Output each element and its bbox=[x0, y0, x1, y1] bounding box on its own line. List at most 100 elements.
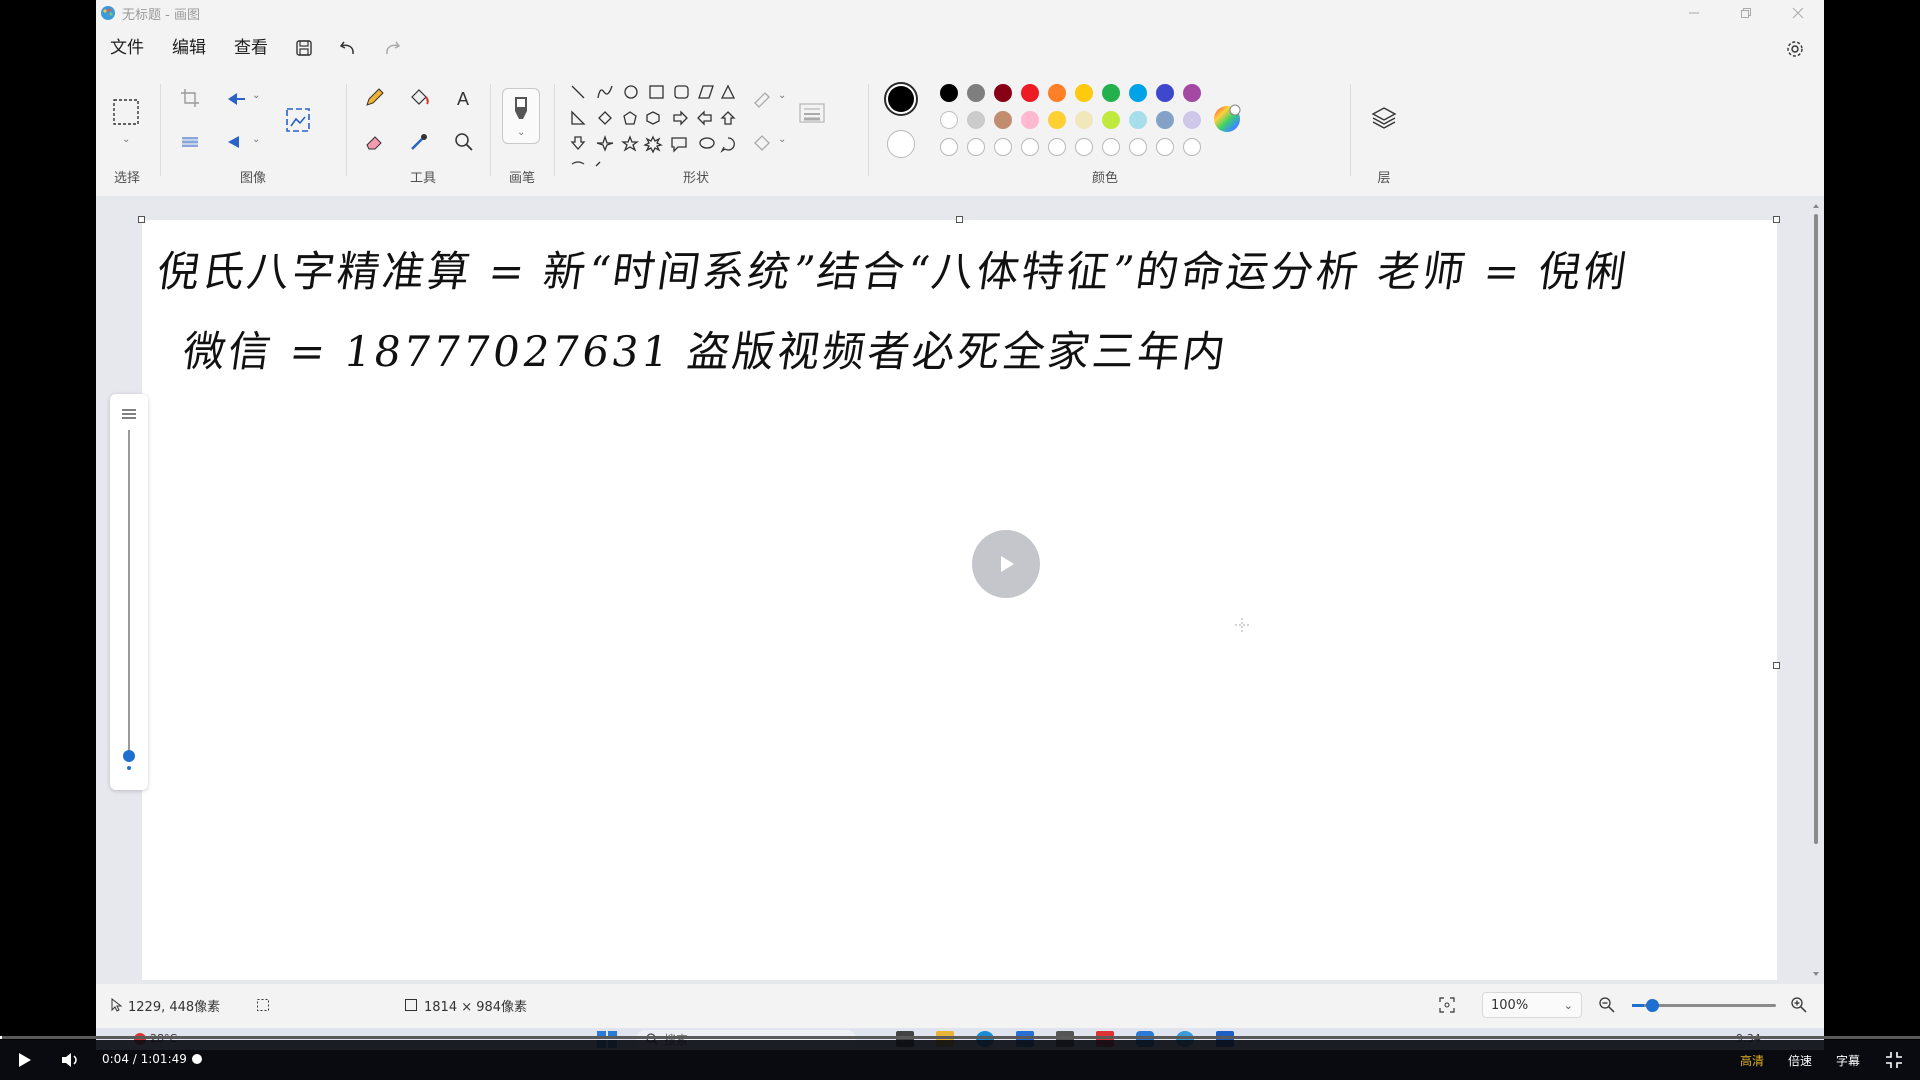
video-play-button[interactable] bbox=[14, 1050, 34, 1070]
rotate-button[interactable] bbox=[220, 82, 252, 114]
volume-button[interactable] bbox=[60, 1050, 82, 1070]
zoom-in-icon bbox=[1791, 997, 1807, 1013]
color-swatch[interactable] bbox=[1102, 84, 1120, 102]
zoom-level-dropdown[interactable]: 100% ⌄ bbox=[1482, 992, 1582, 1018]
color-swatch[interactable] bbox=[967, 84, 985, 102]
canvas-resize-handle[interactable] bbox=[1773, 216, 1780, 223]
chevron-down-icon[interactable]: ⌄ bbox=[778, 90, 786, 101]
scroll-down-icon[interactable] bbox=[1812, 970, 1820, 978]
primary-color-button[interactable] bbox=[884, 82, 918, 116]
canvas-resize-handle[interactable] bbox=[956, 216, 963, 223]
shape-fill-button[interactable] bbox=[746, 126, 778, 158]
custom-color-slot[interactable] bbox=[1048, 138, 1066, 156]
eraser-tool[interactable] bbox=[358, 126, 390, 158]
color-swatch[interactable] bbox=[1075, 111, 1093, 129]
color-swatch[interactable] bbox=[1021, 84, 1039, 102]
color-swatch[interactable] bbox=[1048, 84, 1066, 102]
slider-thumb[interactable] bbox=[123, 750, 135, 762]
restore-button[interactable] bbox=[1720, 0, 1772, 26]
undo-button[interactable] bbox=[326, 30, 370, 66]
color-swatch[interactable] bbox=[1156, 111, 1174, 129]
menu-file[interactable]: 文件 bbox=[96, 30, 158, 66]
color-swatch[interactable] bbox=[1129, 111, 1147, 129]
magnifier-tool[interactable] bbox=[448, 126, 480, 158]
color-swatch[interactable] bbox=[994, 84, 1012, 102]
close-button[interactable] bbox=[1772, 0, 1824, 26]
custom-color-slot[interactable] bbox=[967, 138, 985, 156]
custom-color-slot[interactable] bbox=[1156, 138, 1174, 156]
color-swatch[interactable] bbox=[1102, 111, 1120, 129]
video-subtitle-button[interactable]: 字幕 bbox=[1836, 1052, 1860, 1069]
shapes-gallery[interactable] bbox=[568, 84, 740, 180]
zoom-slider[interactable] bbox=[1632, 999, 1776, 1012]
fit-to-window-button[interactable] bbox=[1438, 988, 1456, 1022]
scrollbar-thumb[interactable] bbox=[1814, 214, 1818, 844]
color-swatch[interactable] bbox=[940, 111, 958, 129]
color-swatch[interactable] bbox=[1075, 84, 1093, 102]
secondary-color-button[interactable] bbox=[887, 130, 915, 158]
video-scrubber[interactable] bbox=[192, 1054, 202, 1064]
chevron-down-icon[interactable]: ⌄ bbox=[252, 90, 260, 101]
chevron-down-icon[interactable]: ⌄ bbox=[778, 134, 786, 145]
drawing-canvas[interactable]: 倪氏八字精准算 = 新“时间系统”结合“八体特征”的命运分析 老师 = 倪俐 微… bbox=[142, 220, 1777, 980]
menu-bar: 文件 编辑 查看 bbox=[96, 30, 1824, 66]
fill-tool[interactable] bbox=[403, 82, 435, 114]
pencil-tool[interactable] bbox=[358, 82, 390, 114]
custom-color-slot[interactable] bbox=[940, 138, 958, 156]
video-play-overlay-button[interactable] bbox=[972, 530, 1040, 598]
color-swatch[interactable] bbox=[1129, 84, 1147, 102]
settings-button[interactable] bbox=[1780, 34, 1810, 64]
vertical-scrollbar[interactable] bbox=[1812, 202, 1820, 978]
color-swatch[interactable] bbox=[1183, 111, 1201, 129]
menu-edit[interactable]: 编辑 bbox=[158, 30, 220, 66]
shape-outline-button[interactable] bbox=[746, 82, 778, 114]
group-label-layers: 层 bbox=[1377, 171, 1391, 186]
ribbon: ⌄ 选择 ⌄ ⌄ 图像 A 工具 ⌄ 画笔 ⌄ ⌄ 形状 颜色 层 bbox=[96, 72, 1824, 190]
canvas-resize-handle[interactable] bbox=[1773, 662, 1780, 669]
select-tool[interactable] bbox=[110, 96, 142, 128]
color-picker-tool[interactable] bbox=[403, 126, 435, 158]
zoom-in-button[interactable] bbox=[1790, 988, 1808, 1022]
canvas-resize-handle[interactable] bbox=[138, 216, 145, 223]
layers-button[interactable] bbox=[1368, 102, 1400, 134]
crop-button[interactable] bbox=[174, 82, 206, 114]
ribbon-separator bbox=[490, 84, 491, 176]
brush-button[interactable]: ⌄ bbox=[502, 88, 540, 144]
custom-color-slot[interactable] bbox=[1102, 138, 1120, 156]
color-swatch[interactable] bbox=[967, 111, 985, 129]
custom-color-slot[interactable] bbox=[1129, 138, 1147, 156]
video-progress-track[interactable] bbox=[0, 1036, 1920, 1039]
custom-color-slot[interactable] bbox=[1021, 138, 1039, 156]
save-button[interactable] bbox=[282, 30, 326, 66]
menu-view[interactable]: 查看 bbox=[220, 30, 282, 66]
minimize-button[interactable] bbox=[1668, 0, 1720, 26]
scroll-up-icon[interactable] bbox=[1812, 202, 1820, 210]
save-icon bbox=[296, 40, 312, 56]
custom-color-slot[interactable] bbox=[994, 138, 1012, 156]
color-swatch[interactable] bbox=[1048, 111, 1066, 129]
video-quality-button[interactable]: 高清 bbox=[1740, 1052, 1764, 1069]
color-swatch[interactable] bbox=[1021, 111, 1039, 129]
color-swatch[interactable] bbox=[940, 84, 958, 102]
custom-color-slot[interactable] bbox=[1183, 138, 1201, 156]
chevron-down-icon[interactable]: ⌄ bbox=[252, 134, 260, 145]
image-texture-button[interactable] bbox=[174, 126, 206, 158]
brush-size-slider[interactable] bbox=[110, 394, 148, 790]
text-tool[interactable]: A bbox=[448, 82, 480, 114]
resize-button[interactable] bbox=[282, 104, 314, 136]
redo-button[interactable] bbox=[370, 30, 414, 66]
zoom-slider-thumb[interactable] bbox=[1646, 999, 1659, 1012]
video-speed-button[interactable]: 倍速 bbox=[1788, 1052, 1812, 1069]
color-swatch[interactable] bbox=[1156, 84, 1174, 102]
color-swatch[interactable] bbox=[994, 111, 1012, 129]
custom-color-slot[interactable] bbox=[1075, 138, 1093, 156]
shape-size-button[interactable] bbox=[796, 98, 828, 130]
flip-button[interactable] bbox=[220, 126, 252, 158]
color-swatch[interactable] bbox=[1183, 84, 1201, 102]
exit-fullscreen-button[interactable] bbox=[1884, 1050, 1904, 1070]
chevron-down-icon[interactable]: ⌄ bbox=[122, 134, 130, 145]
zoom-out-button[interactable] bbox=[1598, 988, 1616, 1022]
edit-colors-button[interactable] bbox=[1212, 104, 1242, 134]
status-bar: 1229, 448像素 1814 × 984像素 100% ⌄ bbox=[96, 988, 1824, 1022]
window-title: 无标题 - 画图 bbox=[122, 7, 200, 23]
